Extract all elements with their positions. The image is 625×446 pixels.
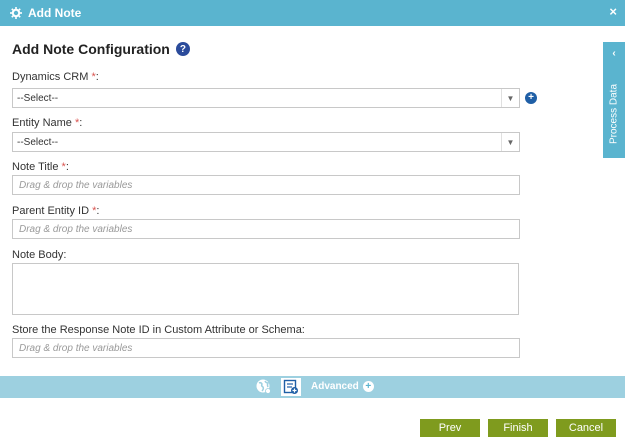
parent-entity-id-label: Parent Entity ID *:: [12, 205, 99, 217]
dynamics-crm-select[interactable]: --Select-- ▼: [12, 88, 520, 108]
bottom-toolbar: Advanced +: [0, 376, 625, 398]
note-title-label: Note Title *:: [12, 161, 69, 173]
gear-icon: [10, 7, 22, 19]
prev-button[interactable]: Prev: [420, 419, 480, 437]
process-data-tab[interactable]: ‹ Process Data: [603, 42, 625, 158]
plus-circle-icon[interactable]: +: [362, 381, 374, 392]
dynamics-crm-value: --Select--: [17, 92, 59, 104]
footer: Prev Finish Cancel: [0, 398, 625, 446]
help-icon[interactable]: ?: [175, 42, 190, 56]
form-icon[interactable]: [280, 377, 302, 397]
advanced-label: Advanced: [311, 381, 359, 392]
globe-icon[interactable]: [256, 379, 272, 395]
configuration-panel: Add Note Configuration ? Dynamics CRM *:…: [0, 26, 625, 376]
note-body-label: Note Body:: [12, 249, 67, 261]
parent-entity-id-input[interactable]: Drag & drop the variables: [12, 219, 520, 239]
label-colon: :: [96, 205, 100, 217]
parent-entity-id-label-text: Parent Entity ID: [12, 205, 90, 217]
page-title: Add Note Configuration ?: [12, 41, 190, 57]
dropdown-arrow-icon[interactable]: ▼: [501, 89, 519, 107]
label-colon: :: [79, 117, 83, 129]
entity-name-value: --Select--: [17, 136, 59, 148]
page-title-text: Add Note Configuration: [12, 41, 170, 57]
entity-name-label-text: Entity Name: [12, 117, 72, 129]
add-circle-icon[interactable]: +: [525, 92, 537, 104]
store-response-label: Store the Response Note ID in Custom Att…: [12, 324, 305, 336]
close-icon[interactable]: ×: [609, 5, 617, 19]
process-data-label: Process Data: [608, 83, 620, 145]
entity-name-label: Entity Name *:: [12, 117, 82, 129]
window-title: Add Note: [28, 6, 82, 20]
label-colon: :: [65, 161, 69, 173]
note-body-textarea[interactable]: [12, 263, 519, 315]
label-colon: :: [95, 71, 99, 83]
dynamics-crm-label: Dynamics CRM *:: [12, 71, 99, 83]
advanced-toggle[interactable]: Advanced +: [311, 381, 374, 392]
note-title-input[interactable]: Drag & drop the variables: [12, 175, 520, 195]
dynamics-crm-label-text: Dynamics CRM: [12, 71, 89, 83]
entity-name-select[interactable]: --Select-- ▼: [12, 132, 520, 152]
chevron-left-icon[interactable]: ‹: [603, 48, 625, 59]
title-bar: Add Note ×: [0, 0, 625, 26]
note-title-label-text: Note Title: [12, 161, 59, 173]
dropdown-arrow-icon[interactable]: ▼: [501, 133, 519, 151]
store-response-input[interactable]: Drag & drop the variables: [12, 338, 520, 358]
finish-button[interactable]: Finish: [488, 419, 548, 437]
cancel-button[interactable]: Cancel: [556, 419, 616, 437]
